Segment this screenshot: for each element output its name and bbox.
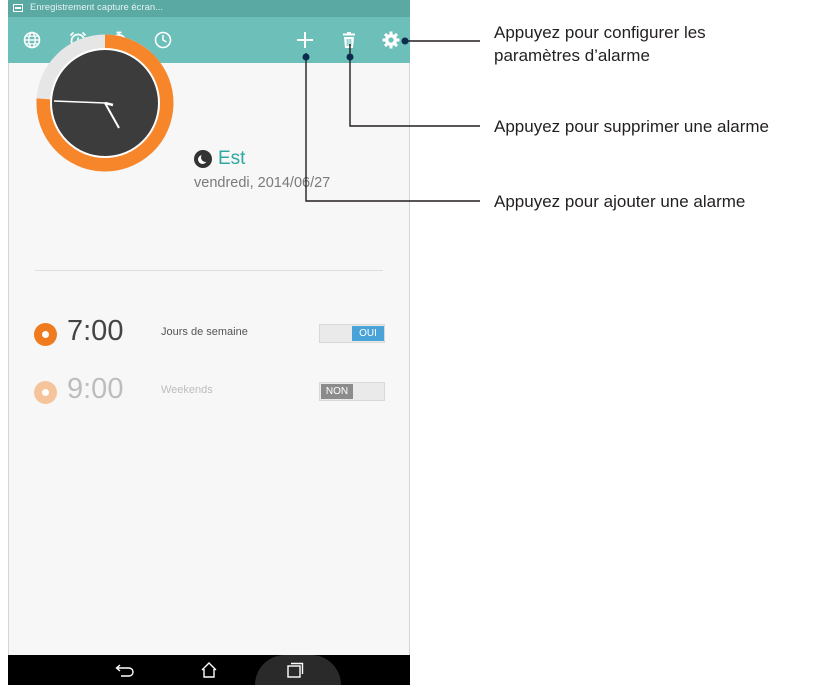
add-callout: Appuyez pour ajouter une alarme [494, 192, 746, 211]
settings-callout-line1: Appuyez pour configurer les [494, 23, 706, 42]
settings-callout: Appuyez pour configurer les paramètres d… [494, 21, 706, 67]
settings-callout-line2: paramètres d’alarme [494, 46, 650, 65]
callout-lines [302, 37, 480, 202]
delete-callout: Appuyez pour supprimer une alarme [494, 117, 769, 136]
